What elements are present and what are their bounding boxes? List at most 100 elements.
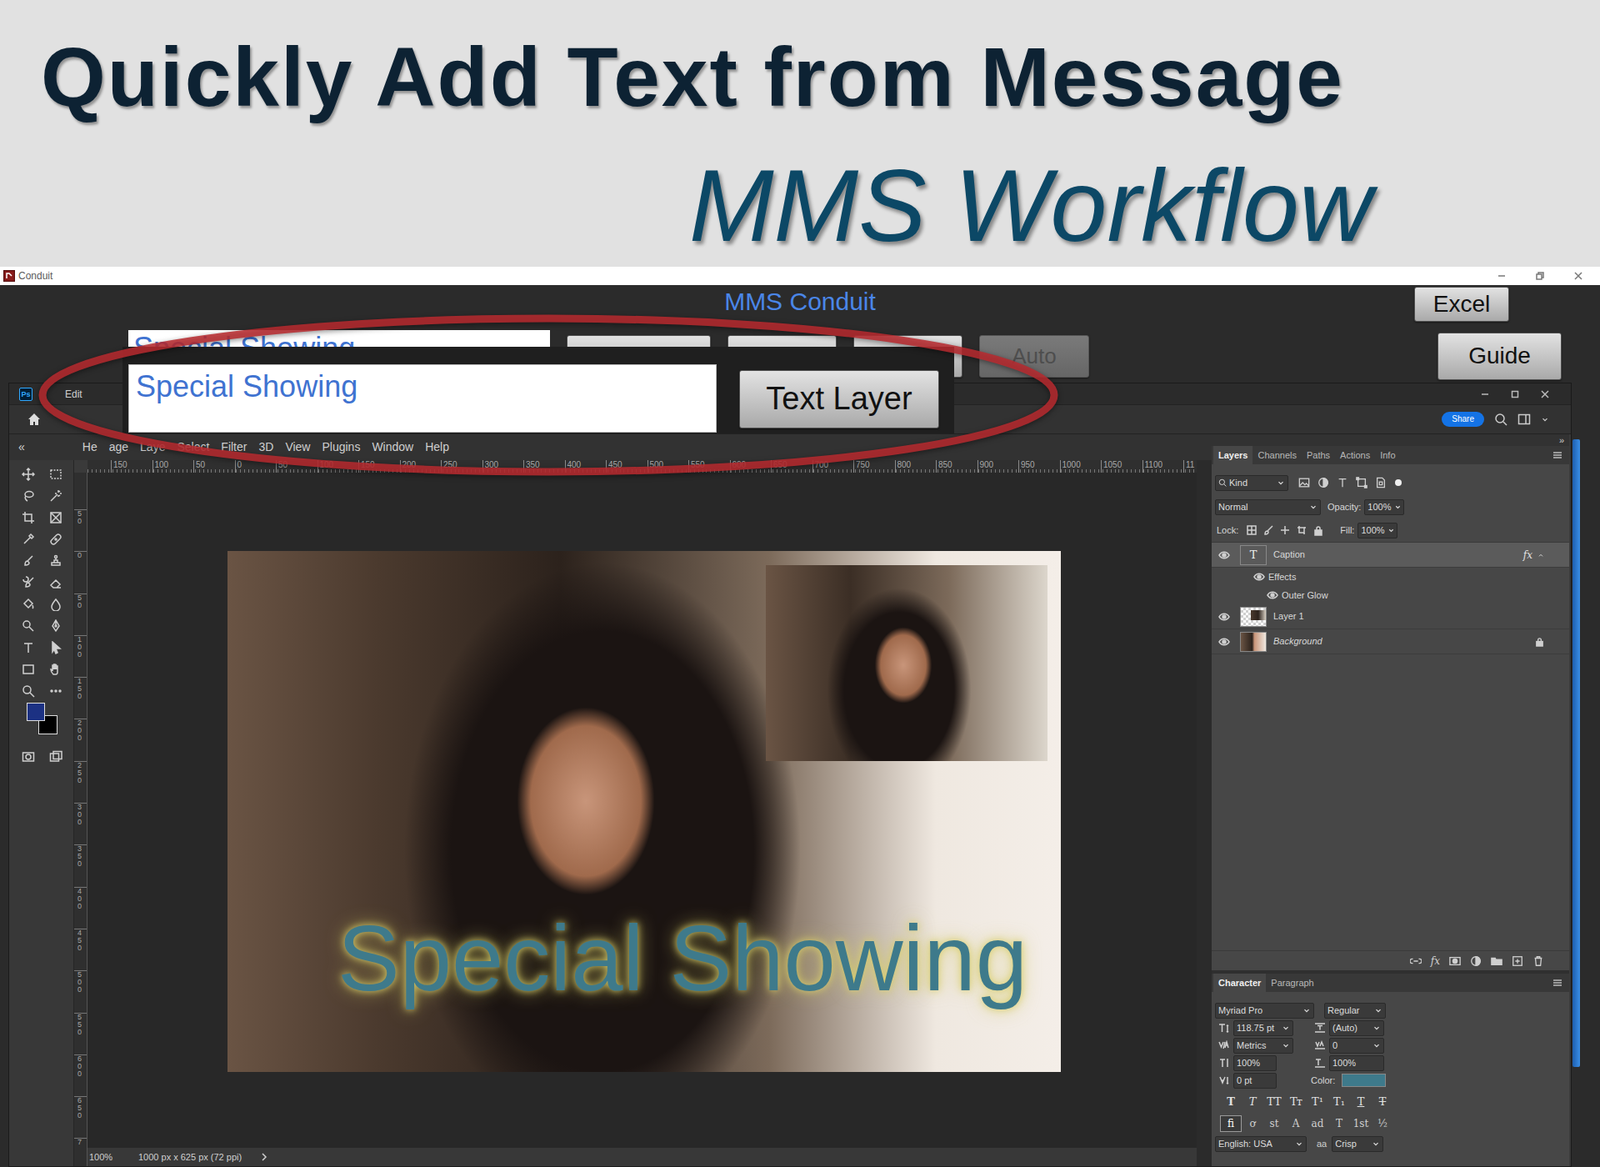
leading-dropdown[interactable]: (Auto) bbox=[1329, 1020, 1385, 1036]
share-button[interactable]: Share bbox=[1441, 411, 1485, 427]
scrollbar[interactable] bbox=[1196, 460, 1212, 1166]
blur-drop-icon[interactable] bbox=[49, 597, 63, 611]
layer-row[interactable]: TCaptionfx bbox=[1211, 542, 1570, 568]
new-layer-icon[interactable] bbox=[1511, 955, 1524, 967]
lock-pixels-icon[interactable] bbox=[1246, 525, 1257, 535]
status-chevron-icon[interactable] bbox=[260, 1152, 268, 1161]
add-mask-icon[interactable] bbox=[1449, 955, 1461, 967]
panel-menu-icon[interactable] bbox=[1552, 450, 1563, 460]
type-style-button[interactable]: T bbox=[1371, 1093, 1394, 1110]
panel-menu-icon[interactable] bbox=[1552, 977, 1563, 988]
minimize-icon[interactable] bbox=[1480, 389, 1490, 400]
brush-tool-icon[interactable] bbox=[21, 554, 35, 568]
dropdown-chevron-icon[interactable] bbox=[1371, 1139, 1380, 1148]
eye-icon[interactable] bbox=[1218, 637, 1230, 646]
collapse-toolbar-button[interactable]: « bbox=[18, 438, 25, 456]
menu-item[interactable]: age bbox=[109, 438, 129, 456]
menu-item[interactable]: Window bbox=[371, 438, 414, 456]
layer-row[interactable]: Background bbox=[1211, 629, 1570, 655]
layer-name[interactable]: Effects bbox=[1268, 570, 1296, 585]
message-field-zoomed[interactable]: Special Showing bbox=[128, 364, 717, 433]
home-icon[interactable] bbox=[27, 412, 41, 426]
smart-object-filter-icon[interactable] bbox=[1375, 476, 1387, 489]
menu-item[interactable]: View bbox=[285, 438, 310, 456]
type-style-button[interactable]: T bbox=[1241, 1093, 1264, 1110]
magic-wand-icon[interactable] bbox=[49, 489, 63, 503]
foreground-color-swatch[interactable] bbox=[26, 702, 45, 721]
tracking-dropdown[interactable]: 0 bbox=[1329, 1037, 1385, 1054]
quick-mask-icon[interactable] bbox=[21, 750, 35, 764]
rectangle-tool-icon[interactable] bbox=[21, 662, 35, 676]
horizontal-scale-field[interactable]: 100% bbox=[1329, 1055, 1385, 1071]
dropdown-chevron-icon[interactable] bbox=[1372, 1040, 1381, 1050]
menu-item[interactable]: Laye bbox=[140, 438, 165, 456]
layer-name[interactable]: Caption bbox=[1273, 547, 1305, 562]
layer-name[interactable]: Layer 1 bbox=[1273, 609, 1305, 624]
type-style-button[interactable]: TT bbox=[1263, 1093, 1285, 1110]
zoom-level[interactable]: 100% bbox=[87, 1150, 139, 1165]
healing-brush-icon[interactable] bbox=[49, 532, 63, 546]
opentype-button[interactable]: ơ bbox=[1241, 1115, 1264, 1132]
filter-toggle-icon[interactable] bbox=[1394, 478, 1403, 487]
close-icon[interactable] bbox=[1540, 389, 1550, 400]
dropdown-chevron-icon[interactable] bbox=[1372, 1023, 1381, 1032]
type-style-button[interactable]: T¹ bbox=[1306, 1093, 1329, 1110]
excel-button[interactable]: Excel bbox=[1414, 286, 1510, 322]
blend-mode-dropdown[interactable]: Normal bbox=[1215, 499, 1321, 515]
menu-item[interactable]: Select bbox=[176, 438, 210, 456]
dropdown-chevron-icon[interactable] bbox=[1281, 1023, 1290, 1032]
panel-tab[interactable]: Info bbox=[1375, 445, 1400, 465]
layer-row[interactable]: Outer Glow bbox=[1211, 585, 1570, 605]
lock-paint-icon[interactable] bbox=[1263, 525, 1274, 535]
opentype-button[interactable]: st bbox=[1263, 1115, 1285, 1132]
path-select-icon[interactable] bbox=[49, 640, 63, 655]
pen-tool-icon[interactable] bbox=[49, 619, 63, 633]
type-style-button[interactable]: Tт bbox=[1285, 1093, 1307, 1110]
dropdown-chevron-icon[interactable] bbox=[1540, 415, 1550, 424]
type-style-button[interactable]: T bbox=[1220, 1093, 1242, 1110]
kerning-dropdown[interactable]: Metrics bbox=[1233, 1037, 1294, 1054]
layer-row[interactable]: Effects bbox=[1211, 567, 1570, 586]
panel-tab[interactable]: Layers bbox=[1213, 445, 1253, 465]
edit-menu[interactable]: Edit bbox=[65, 386, 83, 402]
pixel-filter-icon[interactable] bbox=[1298, 476, 1310, 489]
eraser-icon[interactable] bbox=[49, 575, 63, 590]
text-color-swatch[interactable] bbox=[1341, 1073, 1386, 1087]
minimize-icon[interactable] bbox=[1496, 270, 1507, 281]
text-layer-button[interactable]: Text Layer bbox=[739, 370, 940, 429]
dodge-tool-icon[interactable] bbox=[21, 619, 35, 633]
opentype-button[interactable]: ½ bbox=[1371, 1115, 1394, 1132]
eye-icon[interactable] bbox=[1218, 550, 1230, 560]
clone-stamp-icon[interactable] bbox=[49, 554, 63, 568]
lasso-tool-icon[interactable] bbox=[21, 489, 35, 503]
layer-effects-badge[interactable]: fx bbox=[1523, 547, 1533, 563]
layer-name[interactable]: Background bbox=[1273, 634, 1323, 649]
baseline-shift-field[interactable]: 0 pt bbox=[1233, 1072, 1277, 1089]
link-layers-icon[interactable] bbox=[1410, 955, 1422, 967]
eye-icon[interactable] bbox=[1218, 612, 1230, 621]
panel-tab[interactable]: Paths bbox=[1301, 445, 1335, 465]
add-style-button[interactable]: fx bbox=[1430, 953, 1440, 969]
language-dropdown[interactable]: English: USA bbox=[1215, 1135, 1307, 1152]
eye-icon[interactable] bbox=[1253, 572, 1265, 581]
type-style-button[interactable]: T bbox=[1350, 1093, 1372, 1110]
dropdown-chevron-icon[interactable] bbox=[1276, 478, 1285, 487]
dropdown-chevron-icon[interactable] bbox=[1309, 502, 1318, 511]
menu-item[interactable]: He bbox=[82, 438, 98, 456]
layer-row[interactable]: Layer 1 bbox=[1211, 604, 1570, 630]
eye-icon[interactable] bbox=[1266, 590, 1279, 600]
zoom-tool-icon[interactable] bbox=[21, 684, 35, 698]
more-tools-icon[interactable] bbox=[49, 684, 63, 698]
opacity-field[interactable]: 100% bbox=[1364, 499, 1405, 515]
lock-position-icon[interactable] bbox=[1280, 525, 1290, 535]
frame-tool-icon[interactable] bbox=[49, 510, 63, 525]
dropdown-chevron-icon[interactable] bbox=[1302, 1005, 1311, 1015]
font-style-dropdown[interactable]: Regular bbox=[1324, 1002, 1386, 1019]
layer-filter-dropdown[interactable]: Kind bbox=[1215, 475, 1289, 491]
move-tool-icon[interactable] bbox=[21, 467, 35, 481]
lock-icon[interactable] bbox=[1535, 636, 1545, 647]
type-style-button[interactable]: T₁ bbox=[1328, 1093, 1350, 1110]
dropdown-chevron-icon[interactable] bbox=[1281, 1040, 1290, 1050]
restore-icon[interactable] bbox=[1535, 270, 1545, 281]
lock-all-icon[interactable] bbox=[1313, 525, 1324, 536]
